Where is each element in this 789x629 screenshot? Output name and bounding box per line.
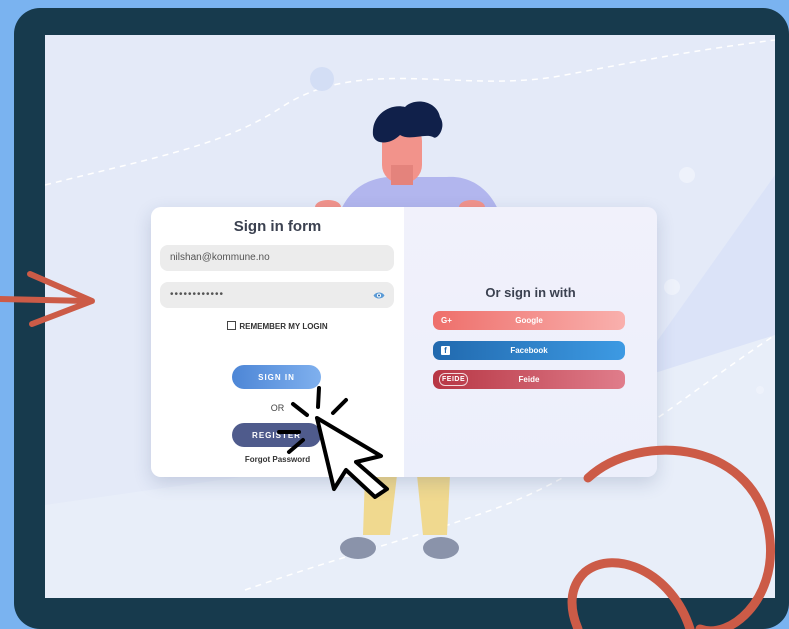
google-label: Google (515, 316, 543, 325)
remember-checkbox[interactable] (227, 321, 237, 330)
remember-label: REMEMBER MY LOGIN (239, 322, 328, 331)
social-login-title: Or sign in with (485, 285, 576, 300)
login-card: Sign in form nilshan@kommune.no ••••••••… (151, 207, 657, 477)
or-divider: OR (270, 403, 285, 413)
feide-label: Feide (518, 375, 540, 384)
google-login-button[interactable]: G+ Google (433, 311, 625, 330)
feide-login-button[interactable]: FEIDE Feide (433, 370, 625, 389)
social-login-panel: Or sign in with G+ Google f Facebook FEI… (404, 207, 657, 477)
sign-in-panel: Sign in form nilshan@kommune.no ••••••••… (151, 207, 404, 477)
register-button[interactable]: REGISTER (232, 423, 321, 447)
forgot-password-link[interactable]: Forgot Password (151, 455, 404, 464)
email-field[interactable]: nilshan@kommune.no (160, 245, 394, 271)
eye-icon[interactable] (373, 291, 385, 300)
facebook-icon: f (441, 346, 450, 355)
remember-login[interactable]: REMEMBER MY LOGIN (151, 321, 404, 331)
form-title: Sign in form (233, 218, 322, 235)
password-field[interactable]: •••••••••••• (160, 282, 394, 308)
feide-logo-icon: FEIDE (439, 373, 469, 386)
google-plus-icon: G+ (441, 316, 452, 325)
facebook-login-button[interactable]: f Facebook (433, 341, 625, 360)
sign-in-button[interactable]: SIGN IN (232, 365, 321, 389)
facebook-label: Facebook (510, 346, 548, 355)
